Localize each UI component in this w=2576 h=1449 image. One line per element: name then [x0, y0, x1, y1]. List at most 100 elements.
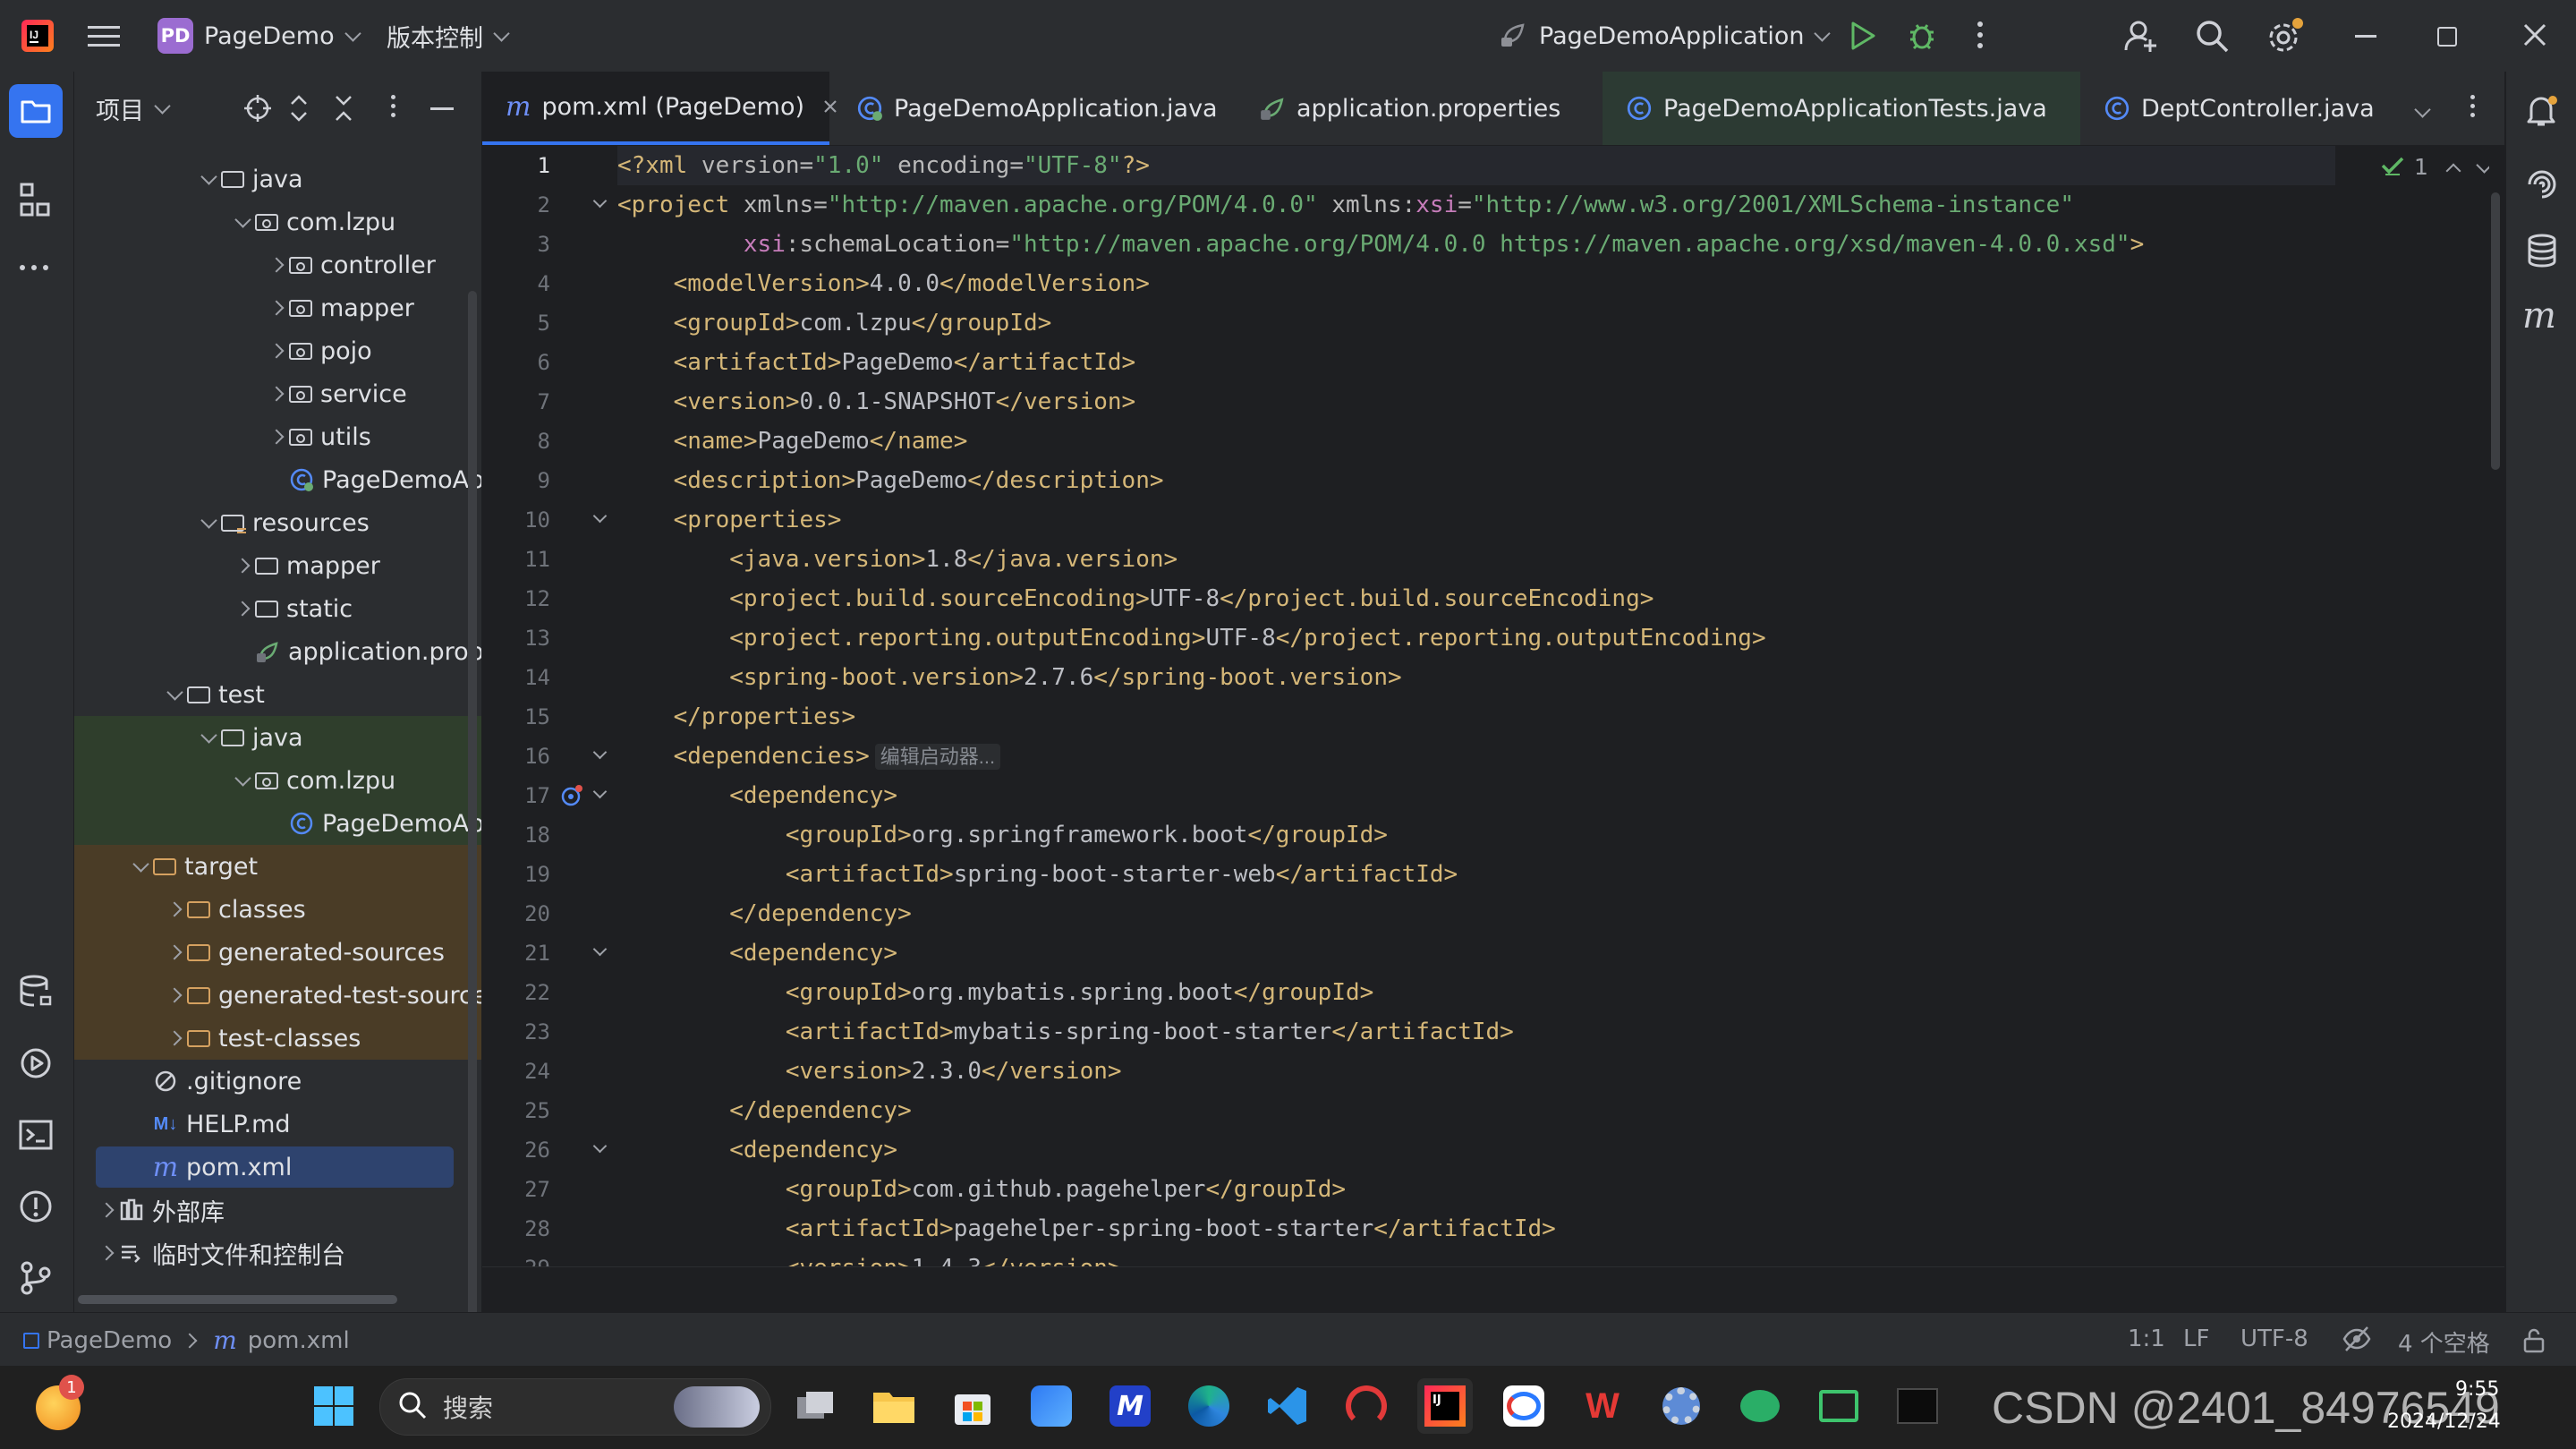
file-encoding[interactable]: UTF-8 — [2240, 1325, 2308, 1352]
tree-item[interactable]: com.lzpu — [74, 759, 481, 802]
chevron-up-icon[interactable] — [2445, 163, 2461, 178]
taskbar-search-box[interactable]: 搜索 — [379, 1378, 771, 1436]
add-user-icon[interactable] — [2122, 18, 2158, 57]
tree-item[interactable]: pojo — [74, 329, 481, 372]
tab-deptcontroller-java[interactable]: DeptController.java — [2080, 72, 2420, 145]
breadcrumb-file[interactable]: pom.xml — [248, 1327, 350, 1354]
line-separator[interactable]: LF — [2183, 1325, 2209, 1352]
project-tool-window-icon[interactable] — [9, 84, 63, 138]
settings-gear-icon[interactable] — [2266, 16, 2305, 59]
edit-starters-hint[interactable]: 编辑启动器... — [874, 744, 1001, 770]
fold-toggle-icon[interactable] — [592, 745, 608, 760]
chevron-right-icon[interactable] — [268, 257, 285, 273]
vscode-icon[interactable] — [1260, 1378, 1315, 1434]
tab-application-properties[interactable]: application.properties — [1236, 72, 1603, 145]
app-navy-icon[interactable]: M — [1102, 1378, 1158, 1434]
edge-browser-icon[interactable] — [1181, 1378, 1237, 1434]
chevron-down-icon[interactable] — [200, 726, 217, 744]
problems-icon[interactable] — [18, 1189, 54, 1228]
tree-item[interactable]: M↓ HELP.md — [74, 1103, 481, 1146]
chevron-right-icon[interactable] — [98, 1202, 115, 1218]
fold-toggle-icon[interactable] — [592, 942, 608, 957]
wps-office-icon[interactable]: W — [1575, 1378, 1630, 1434]
tree-item[interactable]: 外部库 — [74, 1189, 481, 1232]
intellij-idea-icon[interactable]: IJ — [1417, 1378, 1473, 1434]
minimize-icon[interactable] — [2355, 35, 2376, 38]
close-window-icon[interactable] — [2521, 21, 2548, 52]
chevron-down-icon[interactable] — [234, 769, 251, 787]
app-red-icon[interactable] — [1339, 1378, 1394, 1434]
tree-item[interactable]: generated-test-source — [74, 974, 481, 1017]
debug-icon[interactable] — [1906, 20, 1938, 55]
inspection-widget[interactable]: 1 — [2380, 154, 2493, 180]
tab-options-icon[interactable] — [2470, 95, 2478, 117]
tree-item[interactable]: java — [74, 716, 481, 759]
tree-horizontal-scrollbar[interactable] — [78, 1295, 397, 1304]
database-panel-icon[interactable] — [2524, 233, 2560, 272]
inspections-eye-icon[interactable] — [2342, 1325, 2371, 1359]
breadcrumb-project[interactable]: PageDemo — [47, 1327, 172, 1354]
cursor-position[interactable]: 1:1 — [2128, 1325, 2165, 1352]
tree-item[interactable]: com.lzpu — [74, 200, 481, 243]
ai-assistant-icon[interactable] — [2524, 165, 2560, 204]
chevron-right-icon[interactable] — [166, 901, 183, 917]
fold-toggle-icon[interactable] — [592, 1138, 608, 1154]
tab-pom-xml-pagedemo[interactable]: m pom.xml (PageDemo) — [482, 72, 837, 145]
chevron-right-icon[interactable] — [234, 601, 251, 617]
more-tool-windows-icon[interactable] — [20, 265, 48, 270]
chevron-down-icon[interactable] — [132, 855, 149, 873]
tab-pagedemoapplication-java[interactable]: PageDemoApplication.java — [833, 72, 1236, 145]
jetbrains-ij-logo[interactable]: IJ — [20, 18, 55, 54]
clock-time[interactable]: 9:55 — [2455, 1378, 2499, 1401]
tree-item[interactable]: generated-sources — [74, 931, 481, 974]
run-icon[interactable] — [1849, 20, 1877, 55]
remote-desktop-icon[interactable] — [1811, 1378, 1866, 1434]
chevron-right-icon[interactable] — [166, 1030, 183, 1046]
chevron-right-icon[interactable] — [234, 558, 251, 574]
tree-item[interactable]: 临时文件和控制台 — [74, 1232, 481, 1274]
tree-item[interactable]: controller — [74, 243, 481, 286]
chevron-right-icon[interactable] — [268, 429, 285, 445]
fold-toggle-icon[interactable] — [592, 784, 608, 799]
tree-item[interactable]: mapper — [74, 286, 481, 329]
task-view-icon[interactable] — [787, 1378, 843, 1434]
tree-item[interactable]: resources — [74, 501, 481, 544]
settings-app-icon[interactable] — [1654, 1378, 1709, 1434]
app-blue-icon[interactable] — [1024, 1378, 1079, 1434]
expand-all-icon[interactable] — [289, 93, 309, 127]
indent-setting[interactable]: 4 个空格 — [2398, 1325, 2490, 1359]
services-icon[interactable] — [18, 1045, 54, 1085]
editor-scrollbar-thumb[interactable] — [2491, 192, 2500, 470]
run-config-selector[interactable]: PageDemoApplication — [1500, 18, 1832, 54]
more-actions-icon[interactable] — [1977, 21, 1985, 48]
fold-toggle-icon[interactable] — [592, 508, 608, 524]
chevron-right-icon[interactable] — [166, 987, 183, 1003]
tree-item[interactable]: test-classes — [74, 1017, 481, 1060]
restore-icon[interactable] — [2437, 27, 2457, 47]
clock-date[interactable]: 2024/12/24 — [2387, 1411, 2501, 1433]
tree-item[interactable]: static — [74, 587, 481, 630]
structure-icon[interactable] — [20, 183, 52, 222]
fold-toggle-icon[interactable] — [592, 193, 608, 209]
tree-item[interactable]: application.prop — [74, 630, 481, 673]
wechat-icon[interactable] — [1732, 1378, 1788, 1434]
code-editor[interactable]: <?xml version="1.0" encoding="UTF-8"?> <p… — [617, 146, 2335, 1266]
tree-item[interactable]: PageDemoAp — [74, 802, 481, 845]
locate-file-icon[interactable] — [242, 93, 273, 127]
tree-item[interactable]: classes — [74, 888, 481, 931]
chevron-down-icon[interactable] — [234, 210, 251, 228]
tree-item[interactable]: PageDemoAp — [74, 458, 481, 501]
microsoft-store-icon[interactable] — [945, 1378, 1000, 1434]
vcs-menu[interactable]: 版本控制 — [387, 18, 510, 54]
chevron-right-icon[interactable] — [268, 300, 285, 316]
main-menu-icon[interactable] — [88, 23, 120, 48]
tree-item[interactable]: utils — [74, 415, 481, 458]
hide-panel-icon[interactable] — [430, 107, 454, 110]
panel-options-icon[interactable] — [391, 95, 398, 117]
chevron-down-icon[interactable] — [166, 683, 183, 701]
file-explorer-icon[interactable] — [866, 1378, 922, 1434]
database-icon[interactable] — [18, 974, 54, 1013]
tree-item[interactable]: m pom.xml — [74, 1146, 481, 1189]
tree-item[interactable]: target — [74, 845, 481, 888]
maven-panel-icon[interactable]: m — [2522, 295, 2556, 337]
